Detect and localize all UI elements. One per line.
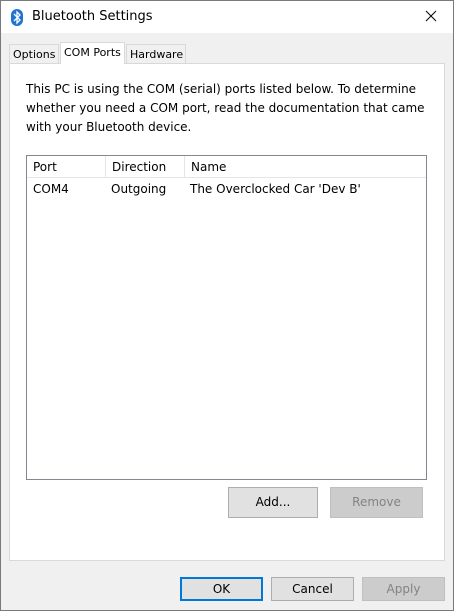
description-text: This PC is using the COM (serial) ports … xyxy=(26,82,425,134)
window-title: Bluetooth Settings xyxy=(32,9,153,24)
column-header-port[interactable]: Port xyxy=(27,156,106,178)
list-header: Port Direction Name xyxy=(27,156,426,178)
cell-port: COM4 xyxy=(33,182,69,196)
bluetooth-settings-dialog: Bluetooth Settings Options COM Ports Har… xyxy=(0,0,454,611)
tab-com-ports[interactable]: COM Ports xyxy=(60,42,125,64)
add-button[interactable]: Add... xyxy=(228,487,318,518)
cell-name: The Overclocked Car 'Dev B' xyxy=(190,182,361,196)
tab-hardware[interactable]: Hardware xyxy=(126,44,186,63)
title-bar: Bluetooth Settings xyxy=(1,1,453,33)
close-icon[interactable] xyxy=(423,8,439,24)
tab-options[interactable]: Options xyxy=(9,44,59,63)
bluetooth-icon xyxy=(11,9,23,26)
ok-button[interactable]: OK xyxy=(180,577,263,601)
remove-button[interactable]: Remove xyxy=(330,487,423,518)
cancel-button[interactable]: Cancel xyxy=(271,577,354,601)
com-ports-panel: This PC is using the COM (serial) ports … xyxy=(9,63,445,561)
column-header-name[interactable]: Name xyxy=(185,156,426,178)
cell-direction: Outgoing xyxy=(111,182,167,196)
com-ports-list[interactable]: Port Direction Name COM4 Outgoing The Ov… xyxy=(26,155,427,480)
apply-button[interactable]: Apply xyxy=(362,577,445,601)
table-row[interactable]: COM4 Outgoing The Overclocked Car 'Dev B… xyxy=(27,179,426,199)
column-header-direction[interactable]: Direction xyxy=(106,156,185,178)
